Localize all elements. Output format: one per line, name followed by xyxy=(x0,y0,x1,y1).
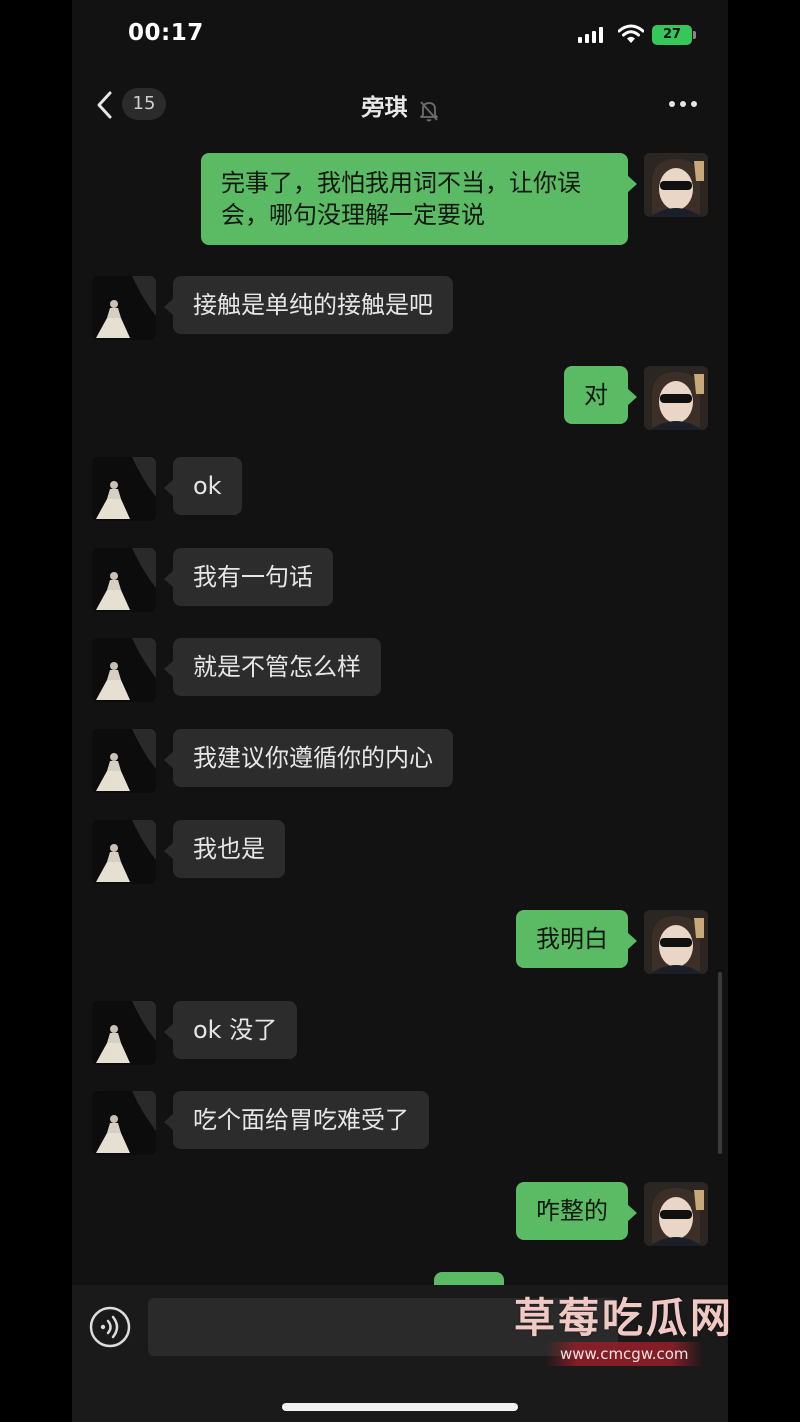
message-bubble[interactable]: 吃个面给胃吃难受了 xyxy=(164,1091,429,1149)
message-bubble[interactable]: 我也是 xyxy=(164,820,285,878)
message-bubble[interactable]: 我建议你遵循你的内心 xyxy=(164,729,453,787)
battery-level: 27 xyxy=(662,27,682,42)
avatar-contact[interactable] xyxy=(92,457,156,521)
message-bubble[interactable]: 接触是单纯的接触是吧 xyxy=(164,276,453,334)
status-time: 00:17 xyxy=(128,20,204,46)
nav-bar: 15 旁琪 xyxy=(72,70,728,140)
message-bubble[interactable]: 就是不管怎么样 xyxy=(164,638,381,696)
watermark: 草莓吃瓜网 www.cmcgw.com xyxy=(500,1280,790,1375)
message-bubble[interactable]: ok 没了 xyxy=(163,1001,298,1059)
avatar-self[interactable] xyxy=(644,366,708,430)
avatar-contact[interactable] xyxy=(92,1001,156,1065)
status-bar: 00:17 27 xyxy=(72,0,728,70)
scrollbar[interactable] xyxy=(718,972,722,1154)
message-bubble[interactable]: 对 xyxy=(564,366,637,424)
avatar-contact[interactable] xyxy=(92,1091,156,1155)
battery-indicator: 27 xyxy=(652,25,696,45)
avatar-self[interactable] xyxy=(644,153,708,217)
bell-slash-icon xyxy=(419,100,438,121)
watermark-url: www.cmcgw.com xyxy=(546,1342,703,1366)
avatar-self[interactable] xyxy=(644,1182,708,1246)
avatar-self[interactable] xyxy=(644,910,708,974)
message-bubble[interactable]: 咋整的 xyxy=(516,1182,637,1240)
message-bubble[interactable]: 我有一句话 xyxy=(164,548,333,606)
more-dots-icon[interactable] xyxy=(668,100,698,108)
message-bubble[interactable]: ok xyxy=(164,457,242,515)
chat-title: 旁琪 xyxy=(361,95,408,121)
chat-title-area[interactable]: 旁琪 xyxy=(72,88,728,122)
home-indicator[interactable] xyxy=(282,1403,518,1411)
avatar-contact[interactable] xyxy=(92,548,156,612)
message-bubble[interactable]: 完事了，我怕我用词不当，让你误会，哪句没理解一定要说 xyxy=(201,153,637,245)
avatar-contact[interactable] xyxy=(92,276,156,340)
chat-screen: 00:17 27 15 旁琪 完事了，我怕我用词不当，让你误会，哪句没理解一定要… xyxy=(72,0,728,1422)
avatar-contact[interactable] xyxy=(92,820,156,884)
message-bubble[interactable]: 我明白 xyxy=(516,910,637,968)
avatar-contact[interactable] xyxy=(92,729,156,793)
voice-icon[interactable] xyxy=(88,1305,132,1349)
watermark-title: 草莓吃瓜网 xyxy=(514,1294,734,1342)
message-list[interactable]: 完事了，我怕我用词不当，让你误会，哪句没理解一定要说 接触是单纯的接触是吧 对 … xyxy=(72,140,728,1285)
avatar-contact[interactable] xyxy=(92,638,156,702)
wifi-icon xyxy=(618,24,644,43)
signal-icon xyxy=(578,27,603,43)
